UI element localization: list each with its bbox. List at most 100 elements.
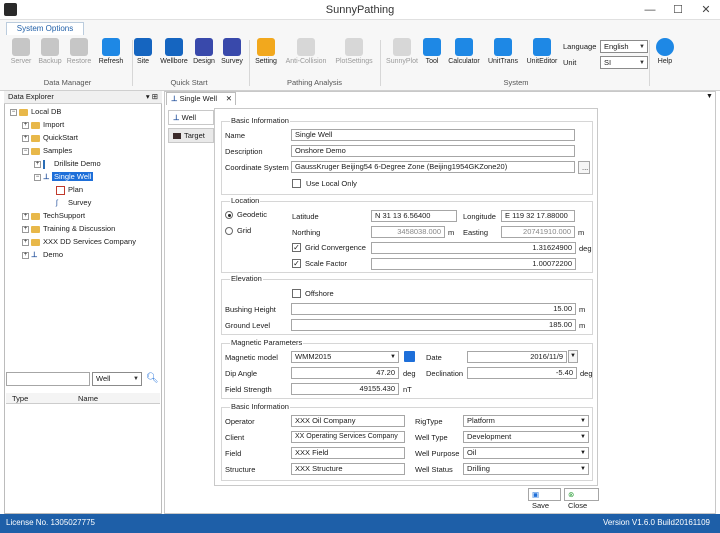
expand-icon[interactable]: + [22, 238, 29, 246]
grid-radio[interactable] [225, 227, 233, 235]
refresh-button[interactable]: Refresh [96, 38, 126, 65]
collapse-icon[interactable]: − [10, 108, 17, 116]
tree-item-quickstart[interactable]: + QuickStart [22, 133, 78, 142]
tree-item-plan[interactable]: Plan [56, 185, 83, 195]
declination-field[interactable]: -5.40 [467, 367, 577, 379]
help-button[interactable]: Help [654, 38, 676, 65]
search-icon[interactable]: 🔍︎ [146, 373, 159, 384]
title-bar: SunnyPathing — ☐ ✕ [0, 0, 720, 20]
tree-label: Drillsite Demo [54, 159, 101, 168]
structure-field[interactable]: XXX Structure [291, 463, 405, 475]
tab-system-options[interactable]: System Options [6, 22, 84, 35]
well-type-select[interactable]: Development ▼ [463, 431, 589, 443]
tree-item-xxx-dd[interactable]: + XXX DD Services Company [22, 237, 136, 246]
coordinate-system-field[interactable]: GaussKruger Beijing54 6-Degree Zone (Bei… [291, 161, 575, 173]
dip-angle-field[interactable]: 47.20 [291, 367, 399, 379]
tree-item-samples[interactable]: − Samples [22, 146, 72, 155]
tab-single-well[interactable]: ⊥ Single Well ✕ [166, 92, 236, 105]
description-field[interactable]: Onshore Demo [291, 145, 575, 157]
tool-button[interactable]: Tool [420, 38, 444, 65]
ribbon-button-label: SunnyPlot [386, 58, 418, 65]
easting-field[interactable]: 20741910.000 [501, 226, 575, 238]
scale-factor-field[interactable]: 1.00072200 [371, 258, 576, 270]
field-strength-field[interactable]: 49155.430 [291, 383, 399, 395]
expand-icon[interactable]: + [22, 251, 29, 259]
offshore-checkbox[interactable] [292, 289, 301, 298]
sunnyplot-button[interactable]: SunnyPlot [384, 38, 420, 65]
tree-item-survey[interactable]: ʃ Survey [56, 198, 91, 207]
grid-convergence-checkbox[interactable]: ✓ [292, 243, 301, 252]
collapse-icon[interactable]: − [34, 173, 41, 181]
expand-icon[interactable]: + [22, 212, 29, 220]
collapse-icon[interactable]: − [22, 147, 29, 155]
longitude-field[interactable]: E 119 32 17.88000 [501, 210, 575, 222]
geodetic-radio[interactable] [225, 211, 233, 219]
tree-item-techsupport[interactable]: + TechSupport [22, 211, 85, 220]
close-icon[interactable]: ✕ [692, 0, 720, 20]
explorer-search-input[interactable] [6, 372, 90, 386]
date-picker-button[interactable]: ▼ [568, 350, 578, 363]
anti-collision-button[interactable]: Anti-Collision [282, 38, 330, 65]
plotsettings-button[interactable]: PlotSettings [332, 38, 376, 65]
well-status-select[interactable]: Drilling ▼ [463, 463, 589, 475]
browse-coordinate-button[interactable]: ... [578, 161, 590, 174]
tree-item-demo[interactable]: + ⊥ Demo [22, 250, 63, 259]
tab-menu-icon[interactable]: ▼ [706, 93, 713, 100]
grid-convergence-field[interactable]: 1.31624900 [371, 242, 576, 254]
use-local-checkbox[interactable] [292, 179, 301, 188]
expand-icon[interactable]: + [22, 121, 29, 129]
client-field[interactable]: XX Operating Services Company [291, 431, 405, 443]
unittrans-button[interactable]: UnitTrans [486, 38, 520, 65]
rig-type-select[interactable]: Platform ▼ [463, 415, 589, 427]
expand-icon[interactable]: + [22, 134, 29, 142]
uniteditor-button[interactable]: UnitEditor [524, 38, 560, 65]
scale-factor-checkbox[interactable]: ✓ [292, 259, 301, 268]
design-button[interactable]: Design [190, 38, 218, 65]
close-tab-icon[interactable]: ✕ [226, 93, 232, 105]
site-button[interactable]: Site [132, 38, 154, 65]
panel-title: Basic Information [230, 116, 290, 125]
tree-item-import[interactable]: + Import [22, 120, 64, 129]
pin-icon[interactable]: ▾ ⊞ [146, 91, 158, 103]
bushing-height-field[interactable]: 15.00 [291, 303, 576, 315]
group-system: System [503, 78, 529, 87]
tree-item-local-db[interactable]: − Local DB [10, 107, 61, 116]
backup-button[interactable]: Backup [36, 38, 64, 65]
name-field[interactable]: Single Well [291, 129, 575, 141]
field-field[interactable]: XXX Field [291, 447, 405, 459]
ground-level-field[interactable]: 185.00 [291, 319, 576, 331]
minimize-icon[interactable]: — [636, 0, 664, 20]
latitude-field[interactable]: N 31 13 6.56400 [371, 210, 457, 222]
data-explorer-header: Data Explorer ▾ ⊞ [4, 91, 162, 104]
tree-item-training[interactable]: + Training & Discussion [22, 224, 115, 233]
dip-angle-label: Dip Angle [225, 369, 258, 378]
column-name[interactable]: Name [78, 394, 98, 403]
survey-button[interactable]: Survey [218, 38, 246, 65]
expand-icon[interactable]: + [22, 225, 29, 233]
calculator-icon[interactable] [404, 351, 415, 362]
magnetic-model-select[interactable]: WMM2015 ▼ [291, 351, 399, 363]
close-button[interactable]: ⊗ Close [564, 488, 599, 510]
side-tab-well[interactable]: ⊥ Well [168, 110, 214, 125]
northing-label: Northing [292, 228, 321, 237]
maximize-icon[interactable]: ☐ [664, 0, 692, 20]
server-button[interactable]: Server [8, 38, 34, 65]
expand-icon[interactable]: + [34, 160, 41, 168]
operator-field[interactable]: XXX Oil Company [291, 415, 405, 427]
well-purpose-select[interactable]: Oil ▼ [463, 447, 589, 459]
calculator-button[interactable]: Calculator [446, 38, 482, 65]
explorer-filter-select[interactable]: Well ▼ [92, 372, 142, 386]
column-type[interactable]: Type [12, 394, 28, 403]
tree-item-single-well[interactable]: − ⊥ Single Well [34, 172, 94, 181]
northing-field[interactable]: 3458038.000 [371, 226, 445, 238]
language-select[interactable]: English ▼ [600, 40, 648, 53]
tree-item-drillsite-demo[interactable]: + Drillsite Demo [34, 159, 101, 169]
date-field[interactable]: 2016/11/9 [467, 351, 567, 363]
setting-button[interactable]: Setting [252, 38, 280, 65]
panel-title: Elevation [230, 274, 263, 283]
wellbore-button[interactable]: Wellbore [158, 38, 190, 65]
unit-select[interactable]: SI ▼ [600, 56, 648, 69]
save-button[interactable]: ▣ Save [528, 488, 561, 510]
side-tab-target[interactable]: Target [168, 128, 214, 143]
restore-button[interactable]: Restore [64, 38, 94, 65]
